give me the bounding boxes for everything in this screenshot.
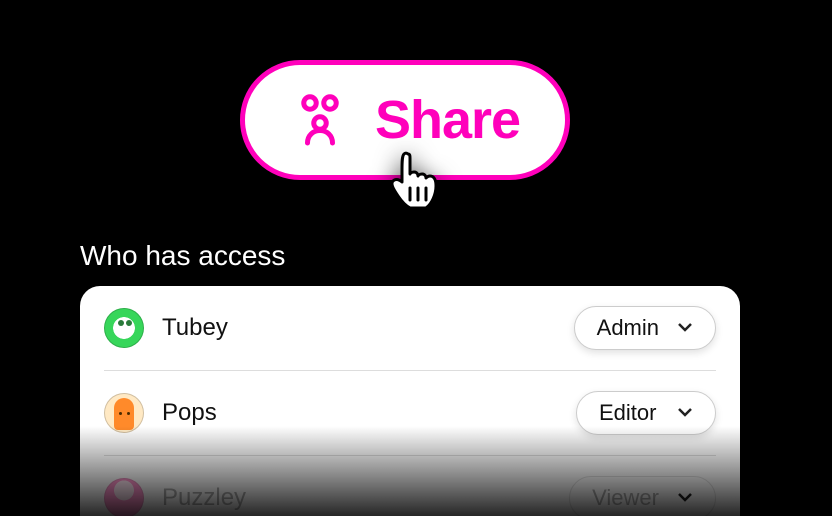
user-name: Tubey bbox=[162, 314, 228, 342]
user-name: Pops bbox=[162, 399, 217, 427]
role-label: Editor bbox=[599, 400, 656, 426]
user-name: Puzzley bbox=[162, 484, 246, 512]
role-label: Viewer bbox=[592, 485, 659, 511]
access-row: Tubey Admin bbox=[104, 286, 716, 371]
avatar bbox=[104, 308, 144, 348]
pointer-cursor-icon bbox=[386, 148, 444, 220]
access-row: Pops Editor bbox=[104, 371, 716, 456]
access-title: Who has access bbox=[80, 240, 740, 272]
access-panel: Tubey Admin Pops Editor bbox=[80, 286, 740, 516]
role-select[interactable]: Editor bbox=[576, 391, 716, 435]
access-row: Puzzley Viewer bbox=[104, 456, 716, 516]
role-select[interactable]: Viewer bbox=[569, 476, 716, 516]
avatar bbox=[104, 478, 144, 516]
chevron-down-icon bbox=[677, 489, 693, 507]
chevron-down-icon bbox=[677, 319, 693, 337]
share-button-label: Share bbox=[375, 89, 520, 151]
role-label: Admin bbox=[597, 315, 659, 341]
avatar bbox=[104, 393, 144, 433]
access-section: Who has access Tubey Admin Pops Editor bbox=[80, 240, 740, 516]
role-select[interactable]: Admin bbox=[574, 306, 716, 350]
chevron-down-icon bbox=[677, 404, 693, 422]
people-icon bbox=[290, 88, 350, 153]
